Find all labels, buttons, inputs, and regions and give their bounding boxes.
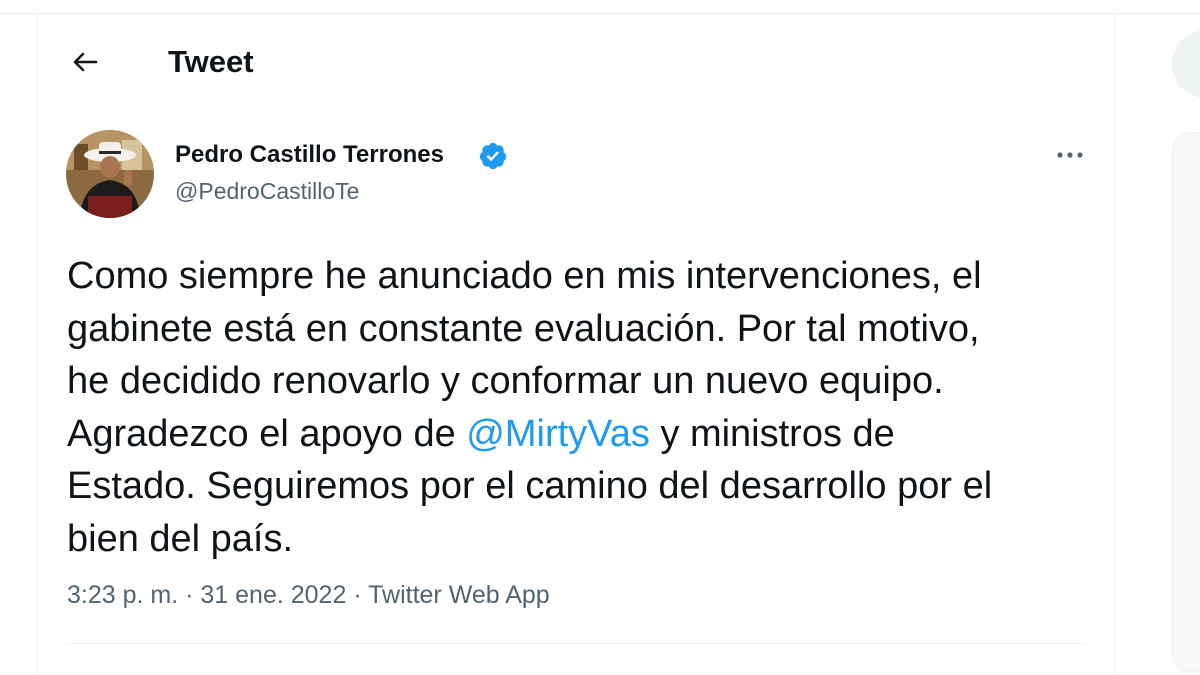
meta-separator: · bbox=[178, 581, 201, 609]
more-options-button[interactable] bbox=[1050, 138, 1090, 172]
tweet-time[interactable]: 3:23 p. m. bbox=[67, 581, 178, 609]
verified-badge-icon bbox=[479, 142, 507, 170]
tweet-text-segment: Agradezco el apoyo de bbox=[67, 412, 467, 455]
arrow-left-icon bbox=[73, 52, 98, 72]
sidebar-card bbox=[1172, 132, 1200, 672]
tweet-text-line: Estado. Seguiremos por el camino del des… bbox=[67, 465, 993, 507]
tweet-text-line: he decidido renovarlo y conformar un nue… bbox=[67, 360, 944, 402]
tweet-meta: 3:23 p. m. · 31 ene. 2022 · Twitter Web … bbox=[67, 578, 550, 612]
tweet-source[interactable]: Twitter Web App bbox=[368, 581, 550, 609]
back-button[interactable] bbox=[65, 42, 105, 82]
tweet-text-line: gabinete está en constante evaluación. P… bbox=[67, 307, 980, 350]
meta-separator: · bbox=[346, 581, 369, 609]
tweet-text: Como siempre he anunciado en mis interve… bbox=[67, 250, 1107, 565]
tweet-text-segment: y ministros de bbox=[649, 412, 895, 455]
mention-link[interactable]: @MirtyVas bbox=[466, 413, 650, 455]
author-name[interactable]: Pedro Castillo Terrones bbox=[175, 140, 444, 170]
avatar[interactable] bbox=[66, 130, 154, 218]
tweet-text-line: bien del país. bbox=[67, 517, 294, 560]
tweet-date[interactable]: 31 ene. 2022 bbox=[200, 581, 346, 609]
page-title: Tweet bbox=[168, 44, 254, 79]
author-handle[interactable]: @PedroCastilloTe bbox=[175, 176, 359, 206]
divider bbox=[67, 643, 1085, 644]
page-header: Tweet bbox=[37, 14, 1115, 114]
tweet-text-line: Como siempre he anunciado en mis interve… bbox=[67, 255, 982, 297]
more-horizontal-icon bbox=[1057, 152, 1083, 158]
top-bar bbox=[0, 0, 1200, 14]
tweet-text-line: Agradezco el apoyo de @MirtyVas y minist… bbox=[67, 408, 1107, 461]
